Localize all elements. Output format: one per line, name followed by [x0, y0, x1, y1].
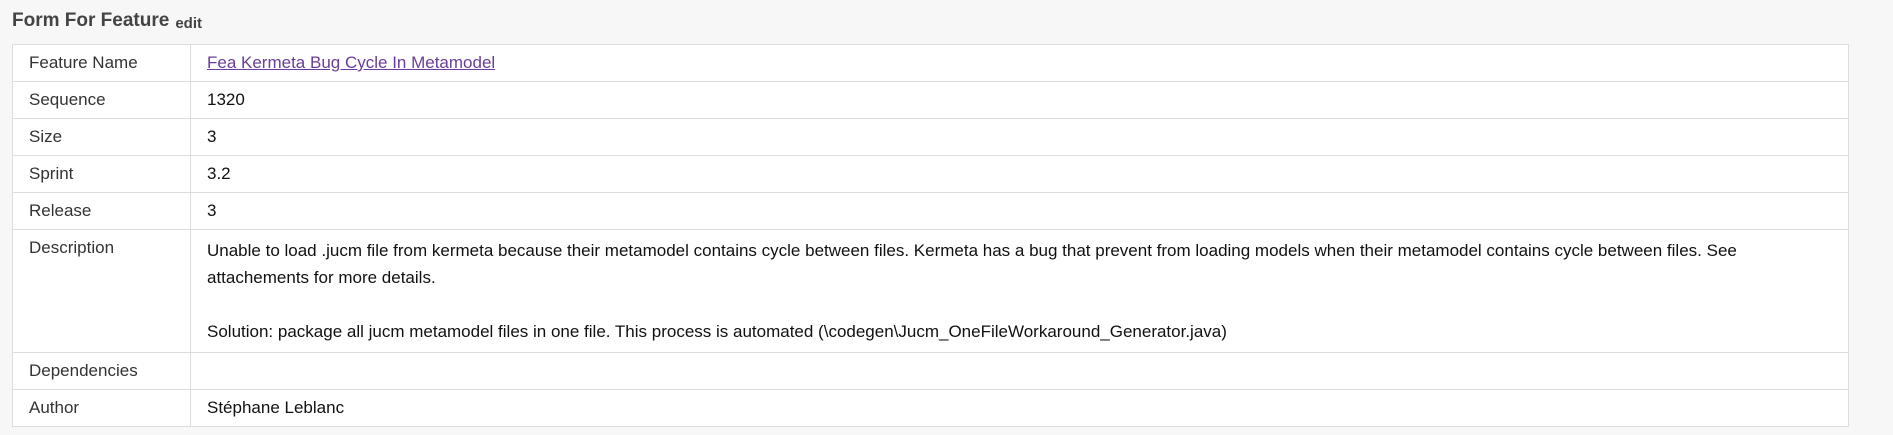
author-value: Stéphane Leblanc: [190, 389, 1849, 427]
row-description: Description Unable to load .jucm file fr…: [12, 229, 1849, 353]
feature-details-table: Feature Name Fea Kermeta Bug Cycle In Me…: [12, 44, 1849, 427]
description-label: Description: [12, 229, 191, 353]
sprint-label: Sprint: [12, 155, 191, 193]
dependencies-value: [190, 352, 1849, 390]
row-sprint: Sprint 3.2: [12, 155, 1849, 193]
release-label: Release: [12, 192, 191, 230]
sequence-label: Sequence: [12, 81, 191, 119]
description-cell: Unable to load .jucm file from kermeta b…: [190, 229, 1849, 353]
edit-link[interactable]: edit: [175, 15, 202, 32]
description-paragraph-1: Unable to load .jucm file from kermeta b…: [207, 241, 1737, 287]
release-value: 3: [190, 192, 1849, 230]
row-size: Size 3: [12, 118, 1849, 156]
dependencies-label: Dependencies: [12, 352, 191, 390]
row-author: Author Stéphane Leblanc: [12, 389, 1849, 427]
sprint-value: 3.2: [190, 155, 1849, 193]
row-sequence: Sequence 1320: [12, 81, 1849, 119]
size-label: Size: [12, 118, 191, 156]
sequence-value: 1320: [190, 81, 1849, 119]
feature-name-cell: Fea Kermeta Bug Cycle In Metamodel: [190, 44, 1849, 82]
description-paragraph-2: Solution: package all jucm metamodel fil…: [207, 322, 1227, 341]
feature-name-link[interactable]: Fea Kermeta Bug Cycle In Metamodel: [207, 53, 495, 72]
form-header: Form For Feature edit: [12, 0, 1893, 38]
feature-form-page: Form For Feature edit Feature Name Fea K…: [0, 0, 1893, 435]
author-label: Author: [12, 389, 191, 427]
feature-name-label: Feature Name: [12, 44, 191, 82]
row-feature-name: Feature Name Fea Kermeta Bug Cycle In Me…: [12, 44, 1849, 82]
row-dependencies: Dependencies: [12, 352, 1849, 390]
size-value: 3: [190, 118, 1849, 156]
row-release: Release 3: [12, 192, 1849, 230]
form-title: Form For Feature: [12, 10, 170, 31]
